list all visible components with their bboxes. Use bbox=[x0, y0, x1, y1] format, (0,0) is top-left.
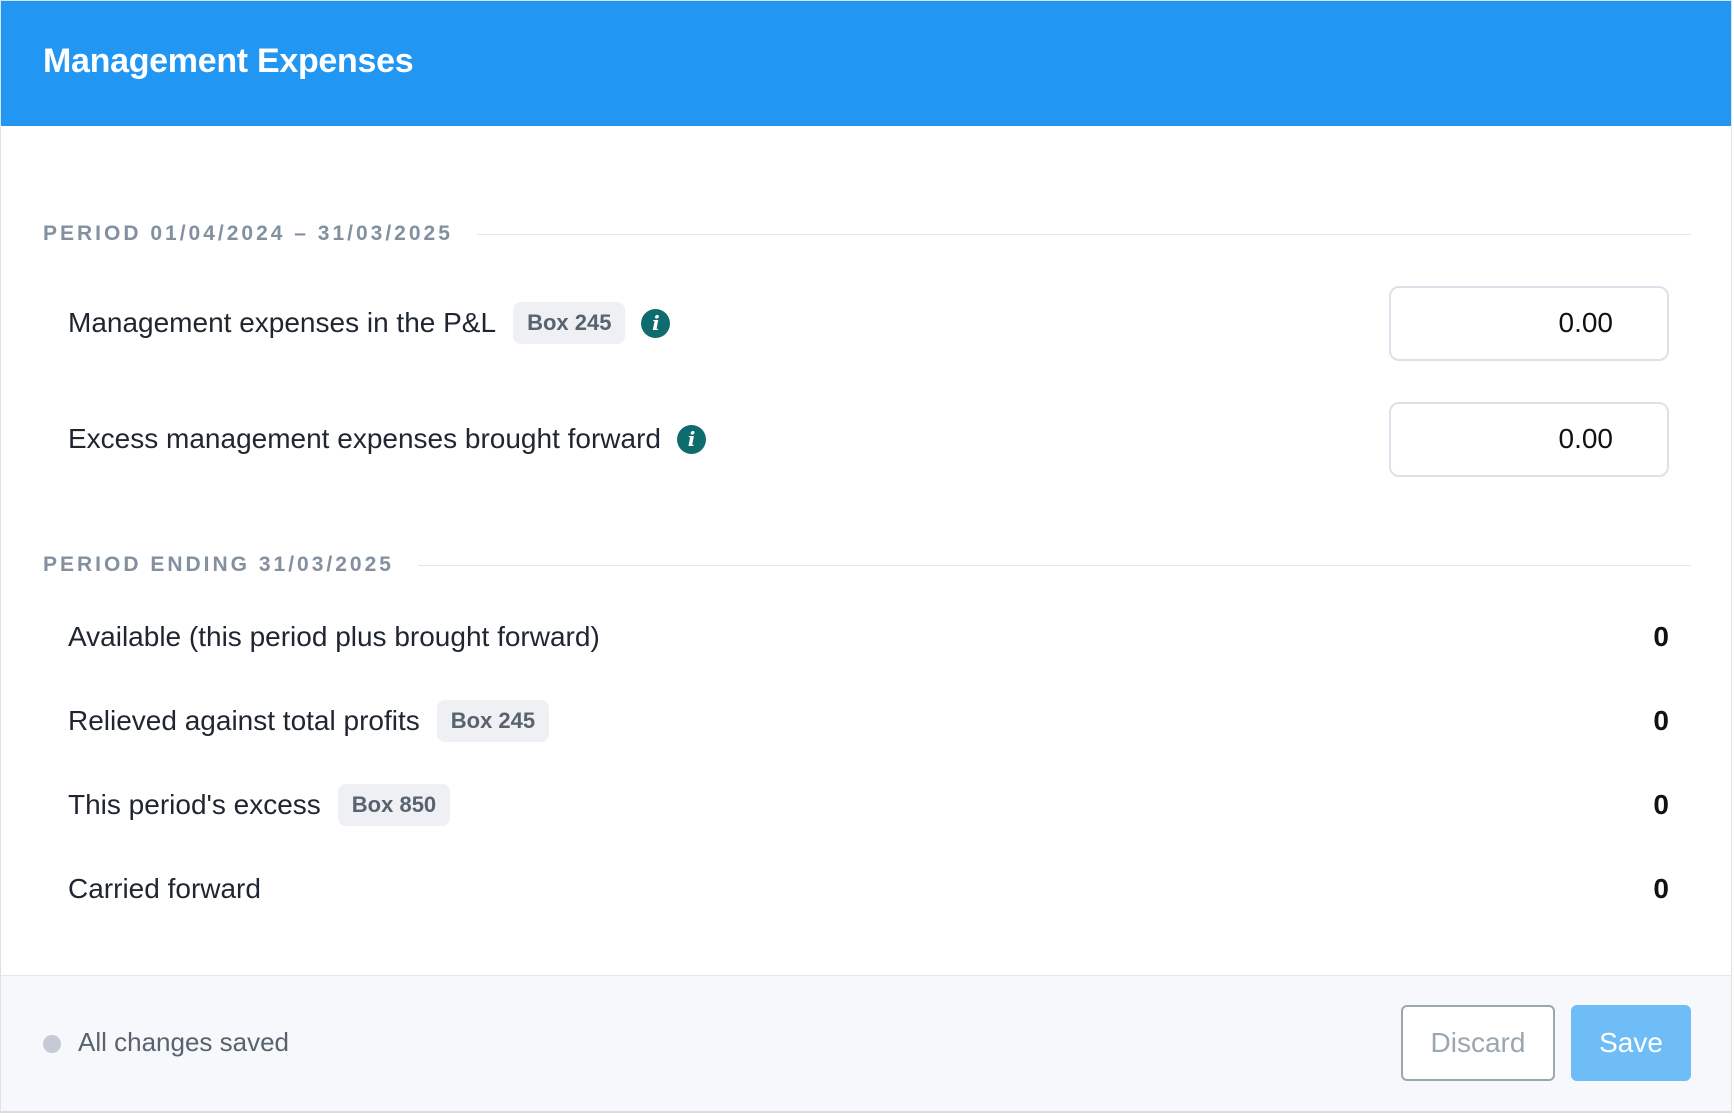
ending-section-heading: PERIOD ENDING 31/03/2025 bbox=[43, 552, 1691, 578]
management-expenses-row: Management expenses in the P&L Box 245 i bbox=[68, 285, 1669, 361]
period-section-heading: PERIOD 01/04/2024 – 31/03/2025 bbox=[43, 221, 1691, 247]
dialog-title: Management Expenses bbox=[43, 42, 414, 80]
excess-brought-forward-label: Excess management expenses brought forwa… bbox=[68, 423, 661, 454]
info-icon[interactable]: i bbox=[677, 424, 706, 454]
excess-brought-forward-input[interactable] bbox=[1389, 401, 1669, 477]
dialog-footer: All changes saved Discard Save bbox=[1, 975, 1731, 1111]
discard-button[interactable]: Discard bbox=[1401, 1005, 1555, 1081]
relieved-value: 0 bbox=[1653, 705, 1669, 736]
status-dot-icon bbox=[43, 1035, 61, 1053]
management-expenses-label: Management expenses in the P&L bbox=[68, 307, 497, 338]
relieved-label: Relieved against total profits bbox=[68, 705, 420, 736]
period-excess-label: This period's excess bbox=[68, 789, 321, 820]
box-850-badge: Box 850 bbox=[337, 784, 451, 826]
box-245-badge: Box 245 bbox=[513, 302, 626, 344]
available-label: Available (this period plus brought forw… bbox=[68, 621, 600, 652]
management-expenses-dialog: Management Expenses PERIOD 01/04/2024 – … bbox=[0, 0, 1732, 1113]
period-section-heading-text: PERIOD 01/04/2024 – 31/03/2025 bbox=[43, 222, 453, 245]
info-icon[interactable]: i bbox=[641, 308, 671, 338]
carried-forward-row: Carried forward 0 bbox=[68, 867, 1669, 911]
period-excess-row: This period's excess Box 850 0 bbox=[68, 783, 1669, 827]
available-value: 0 bbox=[1653, 621, 1669, 652]
carried-forward-label: Carried forward bbox=[68, 873, 261, 904]
section-divider bbox=[476, 233, 1691, 235]
management-expenses-input[interactable] bbox=[1389, 285, 1669, 361]
excess-brought-forward-row: Excess management expenses brought forwa… bbox=[68, 401, 1669, 477]
available-row: Available (this period plus brought forw… bbox=[68, 615, 1669, 659]
ending-section-heading-text: PERIOD ENDING 31/03/2025 bbox=[43, 553, 394, 576]
carried-forward-value: 0 bbox=[1653, 873, 1669, 904]
period-excess-value: 0 bbox=[1653, 789, 1669, 820]
section-divider bbox=[417, 564, 1691, 566]
save-status-text: All changes saved bbox=[78, 1027, 290, 1057]
save-button[interactable]: Save bbox=[1571, 1005, 1691, 1081]
relieved-row: Relieved against total profits Box 245 0 bbox=[68, 699, 1669, 743]
box-245-badge: Box 245 bbox=[436, 700, 550, 742]
dialog-header: Management Expenses bbox=[1, 1, 1731, 126]
